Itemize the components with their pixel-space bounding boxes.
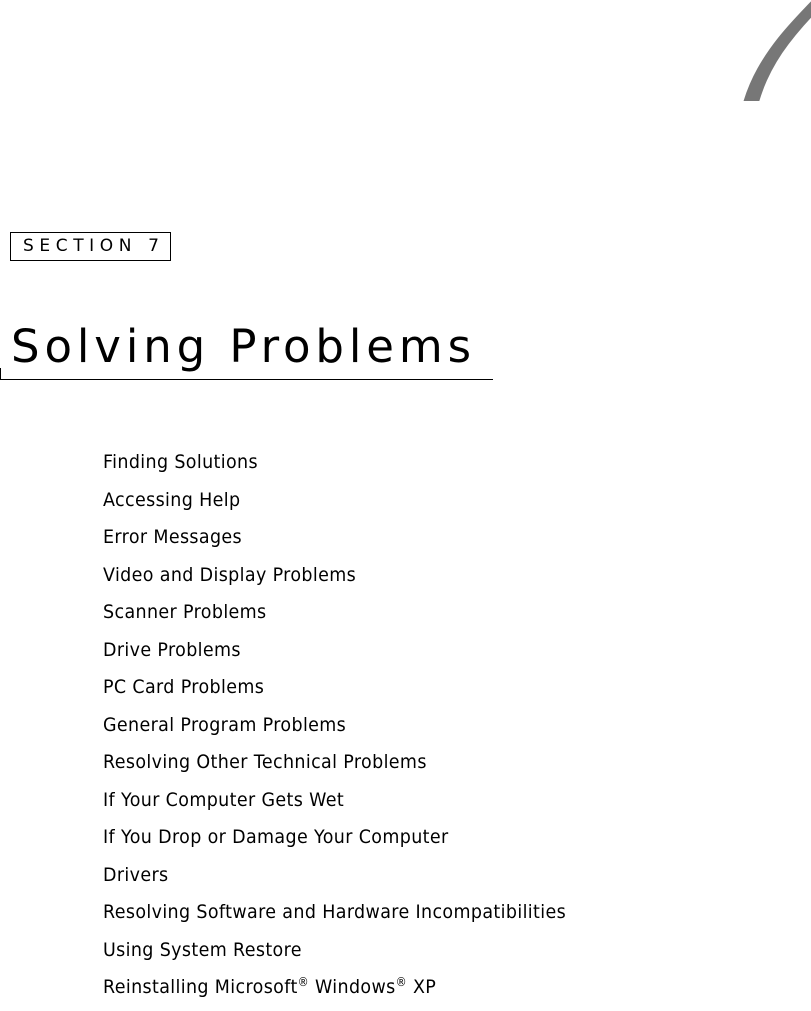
toc-item[interactable]: Resolving Other Technical Problems [103, 748, 566, 786]
chapter-number: 7 [719, 0, 811, 138]
toc-item[interactable]: Video and Display Problems [103, 561, 566, 599]
toc-item[interactable]: Scanner Problems [103, 598, 566, 636]
page-title: Solving Problems [11, 320, 476, 373]
toc-item-text: Reinstalling Microsoft [103, 976, 298, 998]
toc-item[interactable]: PC Card Problems [103, 673, 566, 711]
toc-item[interactable]: Drive Problems [103, 636, 566, 674]
toc-item-text: Windows [309, 976, 396, 998]
toc-item-text: XP [407, 976, 437, 998]
section-label: SECTION 7 [10, 232, 171, 261]
toc-item[interactable]: General Program Problems [103, 711, 566, 749]
toc-item-reinstalling-windows[interactable]: Reinstalling Microsoft® Windows® XP [103, 973, 566, 1011]
toc-item[interactable]: Accessing Help [103, 486, 566, 524]
toc-item[interactable]: Drivers [103, 861, 566, 899]
table-of-contents: Finding Solutions Accessing Help Error M… [103, 448, 606, 1011]
registered-mark: ® [297, 975, 310, 989]
toc-item[interactable]: Finding Solutions [103, 448, 566, 486]
title-rule [0, 379, 493, 380]
toc-item[interactable]: If Your Computer Gets Wet [103, 786, 566, 824]
toc-item[interactable]: If You Drop or Damage Your Computer [103, 823, 566, 861]
toc-item[interactable]: Resolving Software and Hardware Incompat… [103, 898, 566, 936]
registered-mark: ® [395, 975, 408, 989]
toc-item[interactable]: Using System Restore [103, 936, 566, 974]
toc-item[interactable]: Error Messages [103, 523, 566, 561]
title-block: Solving Problems [0, 318, 493, 380]
